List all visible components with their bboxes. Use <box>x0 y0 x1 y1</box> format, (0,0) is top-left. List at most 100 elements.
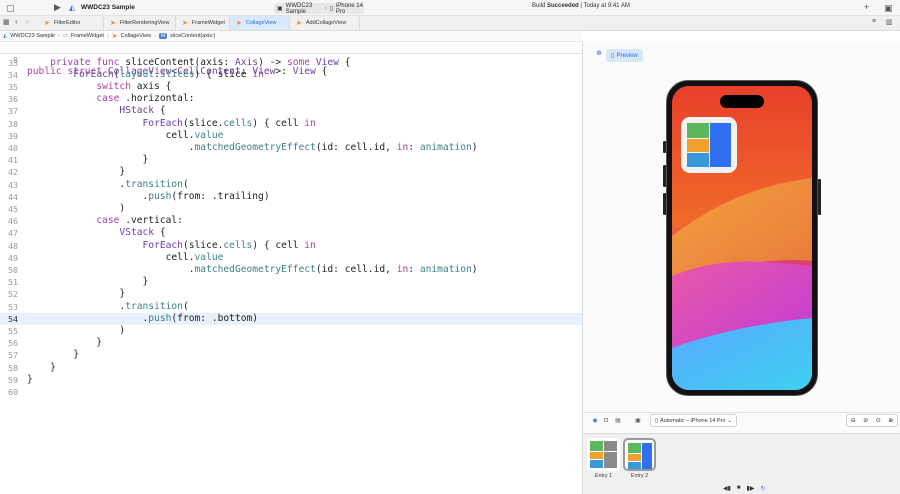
breadcrumb-symbol[interactable]: sliceContent(axis:) <box>170 33 215 39</box>
code-line[interactable]: 43 .transition( <box>0 179 582 191</box>
code-line[interactable]: 39 cell.value <box>0 130 582 142</box>
device-icon: ▯ <box>329 6 333 12</box>
code-line[interactable]: 41 } <box>0 154 582 166</box>
inspector-toggle-icon[interactable]: ▣ <box>884 3 893 14</box>
pin-icon[interactable]: ⊕ <box>593 49 605 61</box>
preview-mode-button[interactable]: ▯ Preview <box>606 49 643 62</box>
code-text: } <box>27 373 33 385</box>
code-line[interactable]: 38 ForEach(slice.cells) { cell in <box>0 118 582 130</box>
swift-file-icon: ➤ <box>110 20 116 27</box>
source-editor[interactable]: 8 public struct CollageView<CellContent:… <box>0 42 582 494</box>
line-number: 34 <box>8 69 18 80</box>
code-line[interactable]: 54 .push(from: .bottom) <box>0 312 582 325</box>
forward-icon[interactable]: › <box>26 17 29 26</box>
tab-filter-rendering-view[interactable]: ➤ FilterRenderingView <box>104 16 176 30</box>
code-line[interactable]: 45 ) <box>0 203 582 215</box>
selectable-mode-icon[interactable]: ⊡ <box>602 417 610 425</box>
code-line[interactable]: 56 } <box>0 337 582 349</box>
code-line[interactable]: 52 } <box>0 288 582 300</box>
sidebar-toggle-icon[interactable]: ▢ <box>6 3 15 14</box>
collage-cell-blue <box>687 153 709 167</box>
device-screen <box>672 86 812 390</box>
device-settings-icon[interactable]: ▣ <box>634 417 642 425</box>
breadcrumb-folder[interactable]: FrameWidget <box>71 33 104 39</box>
jump-bar: ◭ WWDC23 Sample › ▭ FrameWidget › ➤ Coll… <box>0 31 582 42</box>
variants-icon[interactable]: ▤ <box>614 417 622 425</box>
back-icon[interactable]: ‹ <box>15 17 18 26</box>
code-line[interactable]: 44 .push(from: .trailing) <box>0 191 582 203</box>
add-icon[interactable]: + <box>864 2 869 12</box>
stop-icon[interactable]: ■ <box>737 485 741 492</box>
tab-filter-editor[interactable]: ➤ FilterEditor <box>38 16 104 30</box>
device-selector[interactable]: ▯ Automatic – iPhone 14 Pro ⌄ <box>650 414 737 427</box>
tab-collage-view[interactable]: ➤ CollageView <box>230 16 290 30</box>
code-line[interactable]: 57 } <box>0 349 582 361</box>
method-icon: M <box>158 33 168 39</box>
entry-thumbnail-2[interactable] <box>623 438 656 471</box>
code-line[interactable]: 51 } <box>0 276 582 288</box>
code-line[interactable]: 35 switch axis { <box>0 81 582 93</box>
step-forward-icon[interactable]: ▮▶ <box>747 485 755 492</box>
code-line[interactable]: 40 .matchedGeometryEffect(id: cell.id, i… <box>0 142 582 154</box>
code-text: .matchedGeometryEffect(id: cell.id, in: … <box>27 263 478 275</box>
swift-file-icon: ➤ <box>236 20 242 27</box>
grid-icon[interactable]: ▦ <box>3 18 10 26</box>
scheme-selector[interactable]: ▣ WWDC23 Sample › ▯ iPhone 14 Pro <box>274 2 364 15</box>
code-line[interactable]: 60 <box>0 386 582 398</box>
zoom-actual-icon[interactable]: ⊙ <box>876 417 881 424</box>
code-line[interactable]: 37 HStack { <box>0 105 582 117</box>
code-line[interactable]: 46 case .vertical: <box>0 215 582 227</box>
code-text: ForEach(layout.slices) { slice in <box>73 68 264 80</box>
repeat-icon[interactable]: ↻ <box>760 485 765 492</box>
collage-widget[interactable] <box>681 117 737 173</box>
code-line[interactable]: 42 } <box>0 166 582 178</box>
line-number: 35 <box>8 81 18 92</box>
chevron-right-icon: › <box>154 33 156 39</box>
code-line[interactable]: 47 VStack { <box>0 227 582 239</box>
zoom-out-icon[interactable]: ⊖ <box>851 417 856 424</box>
action-button <box>663 141 666 153</box>
code-line[interactable]: 33 private func sliceContent(axis: Axis)… <box>0 57 582 69</box>
collage-cell-tall <box>710 123 731 167</box>
line-number: 40 <box>8 142 18 153</box>
zoom-fit-icon[interactable]: ⊘ <box>863 417 868 424</box>
breadcrumb-file[interactable]: CollageView <box>121 33 151 39</box>
tab-label: FrameWidget <box>191 20 225 26</box>
split-editor-icon[interactable]: ≡ <box>872 18 876 25</box>
step-back-icon[interactable]: ◀▮ <box>723 485 731 492</box>
live-mode-icon[interactable]: ◉ <box>591 417 599 425</box>
thumb-cell-orange <box>590 452 603 459</box>
preview-icon: ▯ <box>611 53 615 59</box>
code-line[interactable]: 53 .transition( <box>0 301 582 313</box>
code-line[interactable]: 58 } <box>0 362 582 374</box>
code-line[interactable]: 34 ForEach(layout.slices) { slice in <box>0 69 582 81</box>
run-button-icon[interactable]: ▶ <box>54 2 61 13</box>
entry-label-2: Entry 2 <box>630 473 649 479</box>
tab-add-collage-view[interactable]: ➤ AddCollageView <box>290 16 360 30</box>
code-line[interactable]: 36 case .horizontal: <box>0 93 582 105</box>
code-line[interactable]: 49 cell.value <box>0 252 582 264</box>
line-number: 58 <box>8 362 18 373</box>
code-line[interactable]: 48 ForEach(slice.cells) { cell in <box>0 240 582 252</box>
tab-label: FilterEditor <box>53 20 81 26</box>
code-line[interactable]: 59} <box>0 374 582 386</box>
device-label: iPhone 14 Pro <box>335 2 363 15</box>
code-text: } <box>27 288 126 300</box>
entry-thumbnail-1[interactable] <box>587 438 620 471</box>
code-text: ) <box>27 202 126 214</box>
line-number: 47 <box>8 228 18 239</box>
chevron-right-icon: › <box>57 33 60 39</box>
code-text: .matchedGeometryEffect(id: cell.id, in: … <box>27 141 478 153</box>
breadcrumb-project[interactable]: WWDC23 Sample <box>10 33 55 39</box>
code-text: ForEach(slice.cells) { cell in <box>142 117 316 129</box>
code-text: cell.value <box>27 129 224 141</box>
device-icon: ▯ <box>654 417 658 424</box>
zoom-in-icon[interactable]: ⊕ <box>888 417 893 424</box>
device-selector-label: Automatic – iPhone 14 Pro <box>659 417 726 424</box>
line-number: 49 <box>8 252 18 263</box>
tab-frame-widget[interactable]: ➤ FrameWidget <box>176 16 230 30</box>
editor-layout-icon[interactable]: ▥ <box>886 18 893 26</box>
code-line[interactable]: 50 .matchedGeometryEffect(id: cell.id, i… <box>0 264 582 276</box>
thumb-cell-blue <box>590 460 603 468</box>
code-line[interactable]: 55 ) <box>0 325 582 337</box>
